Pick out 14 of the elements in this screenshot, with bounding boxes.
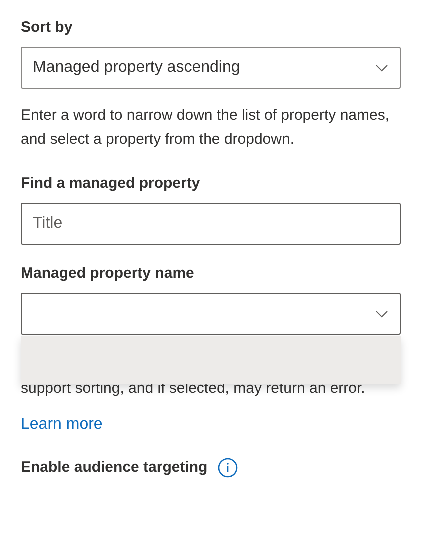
field-label: Find a managed property [21,174,202,194]
sort-dropdown[interactable]: Managed property ascending [21,47,401,89]
property-dropdown[interactable] [21,293,401,335]
field-label: Sort by [21,18,74,38]
learn-more-link[interactable]: Learn more [21,413,103,437]
field-label: Managed property name [21,264,196,284]
input-value: Title [33,214,63,234]
help-text: Enter a word to narrow down the list of property names, and select a property from the dropdown. [21,106,391,150]
dropdown-value: Managed property ascending [33,58,240,78]
chevron-down-icon [376,310,388,318]
info-icon[interactable] [218,458,238,478]
toggle-label: Enable audience targeting [21,458,208,478]
chevron-down-icon [376,64,388,72]
input-field[interactable]: Title [21,203,401,245]
